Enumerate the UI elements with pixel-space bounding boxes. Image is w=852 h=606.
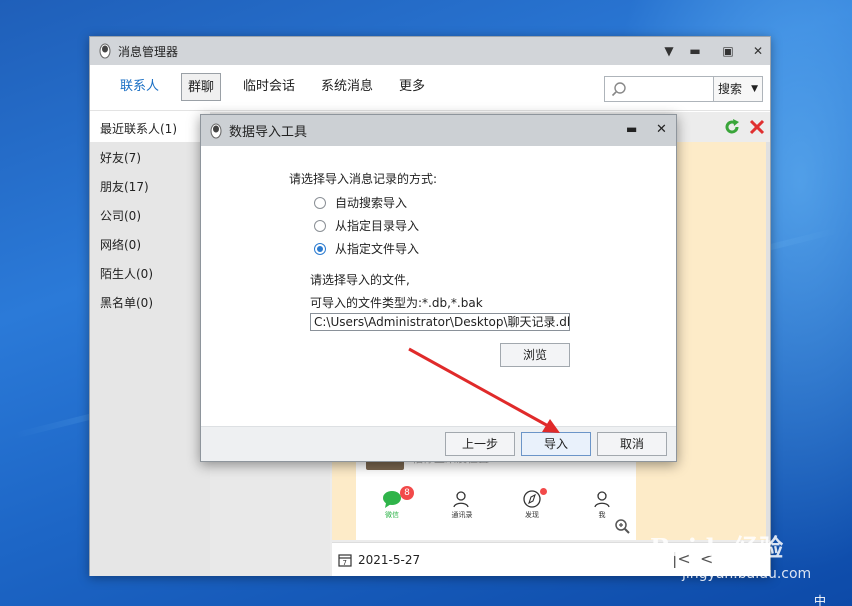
ime-indicator[interactable]: 中 (814, 592, 826, 606)
annotation-arrow (408, 347, 560, 433)
taskbar-tray: 中 (780, 592, 852, 606)
watermark-url: jingyan.baidu.com (682, 566, 812, 582)
watermark-logo: Baidu经验 (650, 533, 785, 562)
